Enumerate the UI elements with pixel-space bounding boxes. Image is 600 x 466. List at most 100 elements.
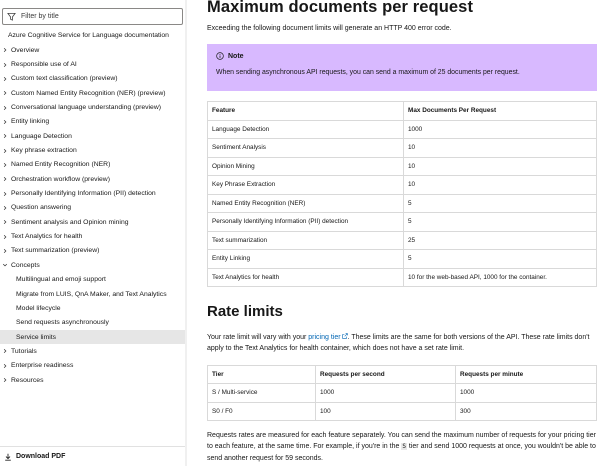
sidebar-item-label: Text Analytics for health (11, 233, 83, 241)
table-cell: 5 (403, 249, 597, 269)
chevron-right-icon (2, 162, 8, 168)
table-header: Max Documents Per Request (403, 101, 597, 121)
chevron-right-icon (2, 119, 8, 125)
table-cell: 10 (403, 175, 597, 195)
pricing-tier-link-label: pricing tier (308, 334, 341, 341)
table-row: Personally Identifying Information (PII)… (207, 212, 597, 232)
sidebar-item-label: Named Entity Recognition (NER) (11, 161, 111, 169)
sidebar-item-label: Migrate from LUIS, QnA Maker, and Text A… (16, 290, 167, 298)
chevron-right-icon (2, 348, 8, 354)
sidebar-scrollbar[interactable] (185, 0, 187, 466)
sidebar-item[interactable]: Multilingual and emoji support (0, 273, 185, 287)
sidebar-item-label: Model lifecycle (16, 304, 61, 312)
chevron-right-icon (2, 90, 8, 96)
table-cell: 10 (403, 156, 597, 176)
table-cell: Text Analytics for health (207, 267, 404, 287)
sidebar-item-label: Sentiment analysis and Opinion mining (11, 218, 129, 226)
table-row: Key Phrase Extraction 10 (207, 175, 597, 195)
sidebar-item-label: Orchestration workflow (preview) (11, 175, 110, 183)
sidebar-item-label: Personally Identifying Information (PII)… (11, 190, 156, 198)
sidebar-toc: Filter by title Azure Cognitive Service … (0, 0, 185, 466)
sidebar-item[interactable]: Text summarization (preview) (0, 244, 185, 258)
toc-list: Overview Responsible use of AI Custom text… (0, 43, 185, 387)
chevron-right-icon (2, 76, 8, 82)
pricing-tier-link[interactable]: pricing tier (308, 333, 348, 341)
sidebar-item[interactable]: Named Entity Recognition (NER) (0, 158, 185, 172)
sidebar-item[interactable]: Entity linking (0, 115, 185, 129)
table-cell: 10 (403, 138, 597, 158)
table-cell: Entity Linking (207, 249, 404, 269)
sidebar-item[interactable]: Model lifecycle (0, 301, 185, 315)
rate-limits-table: Tier Requests per second Requests per mi… (207, 364, 597, 421)
table-cell: 1000 (403, 119, 597, 139)
sidebar-item[interactable]: Question answering (0, 201, 185, 215)
rate-limits-text: Your rate limit will vary with your pric… (207, 333, 599, 354)
sidebar-item[interactable]: Overview (0, 43, 185, 57)
sidebar-item[interactable]: Custom text classification (preview) (0, 72, 185, 86)
table-cell: S0 / F0 (207, 401, 316, 421)
sidebar-item[interactable]: Resources (0, 373, 185, 387)
table-header-row: Feature Max Documents Per Request (207, 101, 597, 121)
sidebar-item-label: Concepts (11, 261, 40, 269)
filter-input[interactable]: Filter by title (2, 8, 183, 25)
sidebar-item[interactable]: Service limits (0, 329, 185, 345)
sidebar-item[interactable]: Concepts (0, 258, 185, 272)
sidebar-item[interactable]: Personally Identifying Information (PII)… (0, 186, 185, 200)
note-title-label: Note (228, 52, 244, 60)
chevron-right-icon (2, 219, 8, 225)
chevron-right-icon (2, 248, 8, 254)
sidebar-item-label: Question answering (11, 204, 72, 212)
sidebar-item[interactable]: Sentiment analysis and Opinion mining (0, 215, 185, 229)
table-cell: Named Entity Recognition (NER) (207, 193, 404, 213)
sidebar-item[interactable]: Enterprise readiness (0, 359, 185, 373)
sidebar-item-label: Key phrase extraction (11, 147, 77, 155)
table-cell: 5 (403, 212, 597, 232)
table-row: S0 / F0 100 300 (207, 401, 597, 421)
note-callout: Note When sending asynchronous API reque… (207, 44, 597, 91)
filter-placeholder: Filter by title (21, 13, 59, 20)
table-header: Tier (207, 364, 316, 385)
note-text: When sending asynchronous API requests, … (216, 69, 520, 76)
download-pdf-button[interactable]: Download PDF (0, 446, 185, 466)
sidebar-item[interactable]: Orchestration workflow (preview) (0, 172, 185, 186)
table-header: Requests per minute (455, 364, 597, 385)
filter-icon (7, 12, 16, 21)
chevron-right-icon (2, 176, 8, 182)
sidebar-item-label: Overview (11, 46, 40, 54)
sidebar-item-label: Entity linking (11, 118, 50, 126)
sidebar-item[interactable]: Text Analytics for health (0, 229, 185, 243)
sidebar-item-label: Responsible use of AI (11, 61, 77, 69)
sidebar-item[interactable]: Conversational language understanding (p… (0, 100, 185, 114)
table-cell: Text summarization (207, 230, 404, 250)
sidebar-item[interactable]: Language Detection (0, 129, 185, 143)
chevron-right-icon (2, 363, 8, 369)
sidebar-item-label: Service limits (16, 333, 57, 341)
chevron-right-icon (2, 234, 8, 240)
table-cell: Opinion Mining (207, 156, 404, 176)
sidebar-item[interactable]: Tutorials (0, 344, 185, 358)
table-row: Opinion Mining 10 (207, 156, 597, 176)
chevron-right-icon (2, 148, 8, 154)
table-cell: 25 (403, 230, 597, 250)
table-row: Entity Linking 5 (207, 249, 597, 269)
table-cell: Key Phrase Extraction (207, 175, 404, 195)
rate-footer-text: Requests rates are measured for each fea… (207, 430, 599, 464)
sidebar-item-label: Resources (11, 376, 44, 384)
sidebar-item[interactable]: Migrate from LUIS, QnA Maker, and Text A… (0, 287, 185, 301)
sidebar-item[interactable]: Responsible use of AI (0, 57, 185, 71)
chevron-right-icon (2, 205, 8, 211)
intro-text: Exceeding the following document limits … (207, 25, 452, 32)
page-title: Maximum documents per request (207, 0, 474, 16)
document-limits-table: Feature Max Documents Per Request Langua… (207, 101, 597, 287)
toc-root-link[interactable]: Azure Cognitive Service for Language doc… (8, 32, 169, 39)
sidebar-item[interactable]: Send requests asynchronously (0, 316, 185, 330)
table-row: Named Entity Recognition (NER) 5 (207, 193, 597, 213)
sidebar-item-label: Send requests asynchronously (16, 319, 109, 327)
sidebar-item-label: Conversational language understanding (p… (11, 104, 162, 112)
sidebar-item[interactable]: Key phrase extraction (0, 143, 185, 157)
sidebar-item[interactable]: Custom Named Entity Recognition (NER) (p… (0, 86, 185, 100)
table-cell: 5 (403, 193, 597, 213)
chevron-right-icon (2, 47, 8, 53)
note-title: Note (216, 52, 588, 60)
chevron-right-icon (2, 377, 8, 383)
